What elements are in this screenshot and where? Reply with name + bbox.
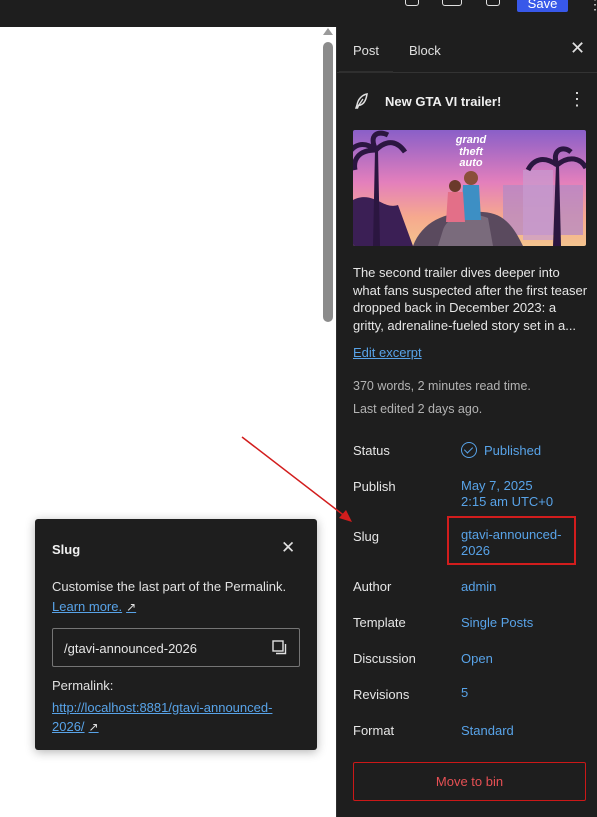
post-actions-more-icon[interactable]: ⋮ (568, 90, 586, 108)
author-value-button[interactable]: admin (461, 579, 496, 595)
device-preview-icon[interactable] (442, 0, 462, 6)
slug-label: Slug (353, 529, 380, 544)
featured-image[interactable]: grand theft auto (353, 130, 586, 246)
close-icon[interactable]: ✕ (570, 39, 585, 57)
revisions-value-button[interactable]: 5 (461, 685, 468, 701)
move-to-bin-button[interactable]: Move to bin (353, 762, 586, 801)
post-summary-header: New GTA VI trailer! ⋮ (353, 90, 586, 115)
external-link-icon: ↗ (126, 600, 137, 614)
settings-panel-icon[interactable] (486, 0, 500, 6)
copy-icon[interactable] (272, 640, 287, 655)
sidebar-tabs: Post Block ✕ (337, 27, 597, 73)
slug-input[interactable]: /gtavi-announced-2026 (52, 628, 300, 667)
word-count: 370 words, 2 minutes read time. (353, 379, 531, 393)
excerpt-line: gritty, adrenaline-fueled story set in a… (353, 317, 577, 333)
save-button[interactable]: Save (517, 0, 568, 12)
external-link-icon: ↗ (88, 720, 99, 734)
slug-description: Customise the last part of the Permalink… (52, 579, 287, 594)
publish-date: May 7, 2025 (461, 478, 533, 493)
tab-block[interactable]: Block (409, 43, 441, 58)
format-label: Format (353, 723, 395, 738)
options-more-icon[interactable]: ⋮ (588, 0, 597, 13)
status-value: Published (484, 443, 542, 458)
discussion-value-button[interactable]: Open (461, 651, 493, 667)
status-value-button[interactable]: Published (461, 442, 541, 459)
scroll-up-icon[interactable] (323, 28, 333, 35)
publish-time: 2:15 am UTC+0 (461, 494, 554, 509)
learn-more-link[interactable]: Learn more. ↗ (52, 599, 136, 614)
revisions-label: Revisions (353, 687, 410, 702)
permalink-label: Permalink: (52, 678, 114, 693)
template-value-button[interactable]: Single Posts (461, 615, 533, 631)
excerpt-line: dropped back in December 2023: a (353, 300, 557, 315)
editor-top-bar: Save ⋮ (0, 0, 597, 27)
tab-post[interactable]: Post (338, 43, 394, 73)
publish-label: Publish (353, 479, 396, 494)
excerpt-line: The second trailer dives deeper into (353, 265, 560, 280)
slug-highlight-box (447, 516, 576, 565)
learn-more-text: Learn more. (52, 599, 123, 614)
status-label: Status (353, 443, 390, 458)
published-check-icon (461, 442, 477, 458)
svg-text:grand: grand (455, 134, 487, 146)
discussion-label: Discussion (353, 651, 416, 666)
last-edited: Last edited 2 days ago. (353, 402, 483, 416)
close-icon[interactable]: ✕ (281, 539, 295, 556)
settings-sidebar: Post Block ✕ New GTA VI trailer! ⋮ grand… (336, 27, 597, 817)
slug-popover: Slug ✕ Customise the last part of the Pe… (35, 519, 317, 750)
slug-popover-title: Slug (52, 542, 81, 557)
canvas-scrollbar-thumb[interactable] (323, 42, 333, 322)
format-value-button[interactable]: Standard (461, 723, 514, 739)
slug-input-value: /gtavi-announced-2026 (64, 641, 197, 656)
permalink-line: 2026/ (52, 719, 85, 734)
excerpt-line: what fans suspected after the first teas… (353, 282, 588, 298)
author-label: Author (353, 579, 392, 594)
permalink-line: http://localhost:8881/gtavi-announced- (52, 700, 273, 715)
permalink-link[interactable]: http://localhost:8881/gtavi-announced- 2… (52, 698, 292, 737)
preview-icon[interactable] (405, 0, 419, 6)
post-excerpt: The second trailer dives deeper into wha… (353, 264, 589, 334)
post-title: New GTA VI trailer! (385, 94, 502, 109)
publish-date-button[interactable]: May 7, 2025 2:15 am UTC+0 (461, 478, 553, 510)
edit-excerpt-link[interactable]: Edit excerpt (353, 345, 422, 360)
feather-icon (354, 93, 368, 109)
template-label: Template (353, 615, 406, 630)
svg-text:auto: auto (459, 157, 483, 169)
